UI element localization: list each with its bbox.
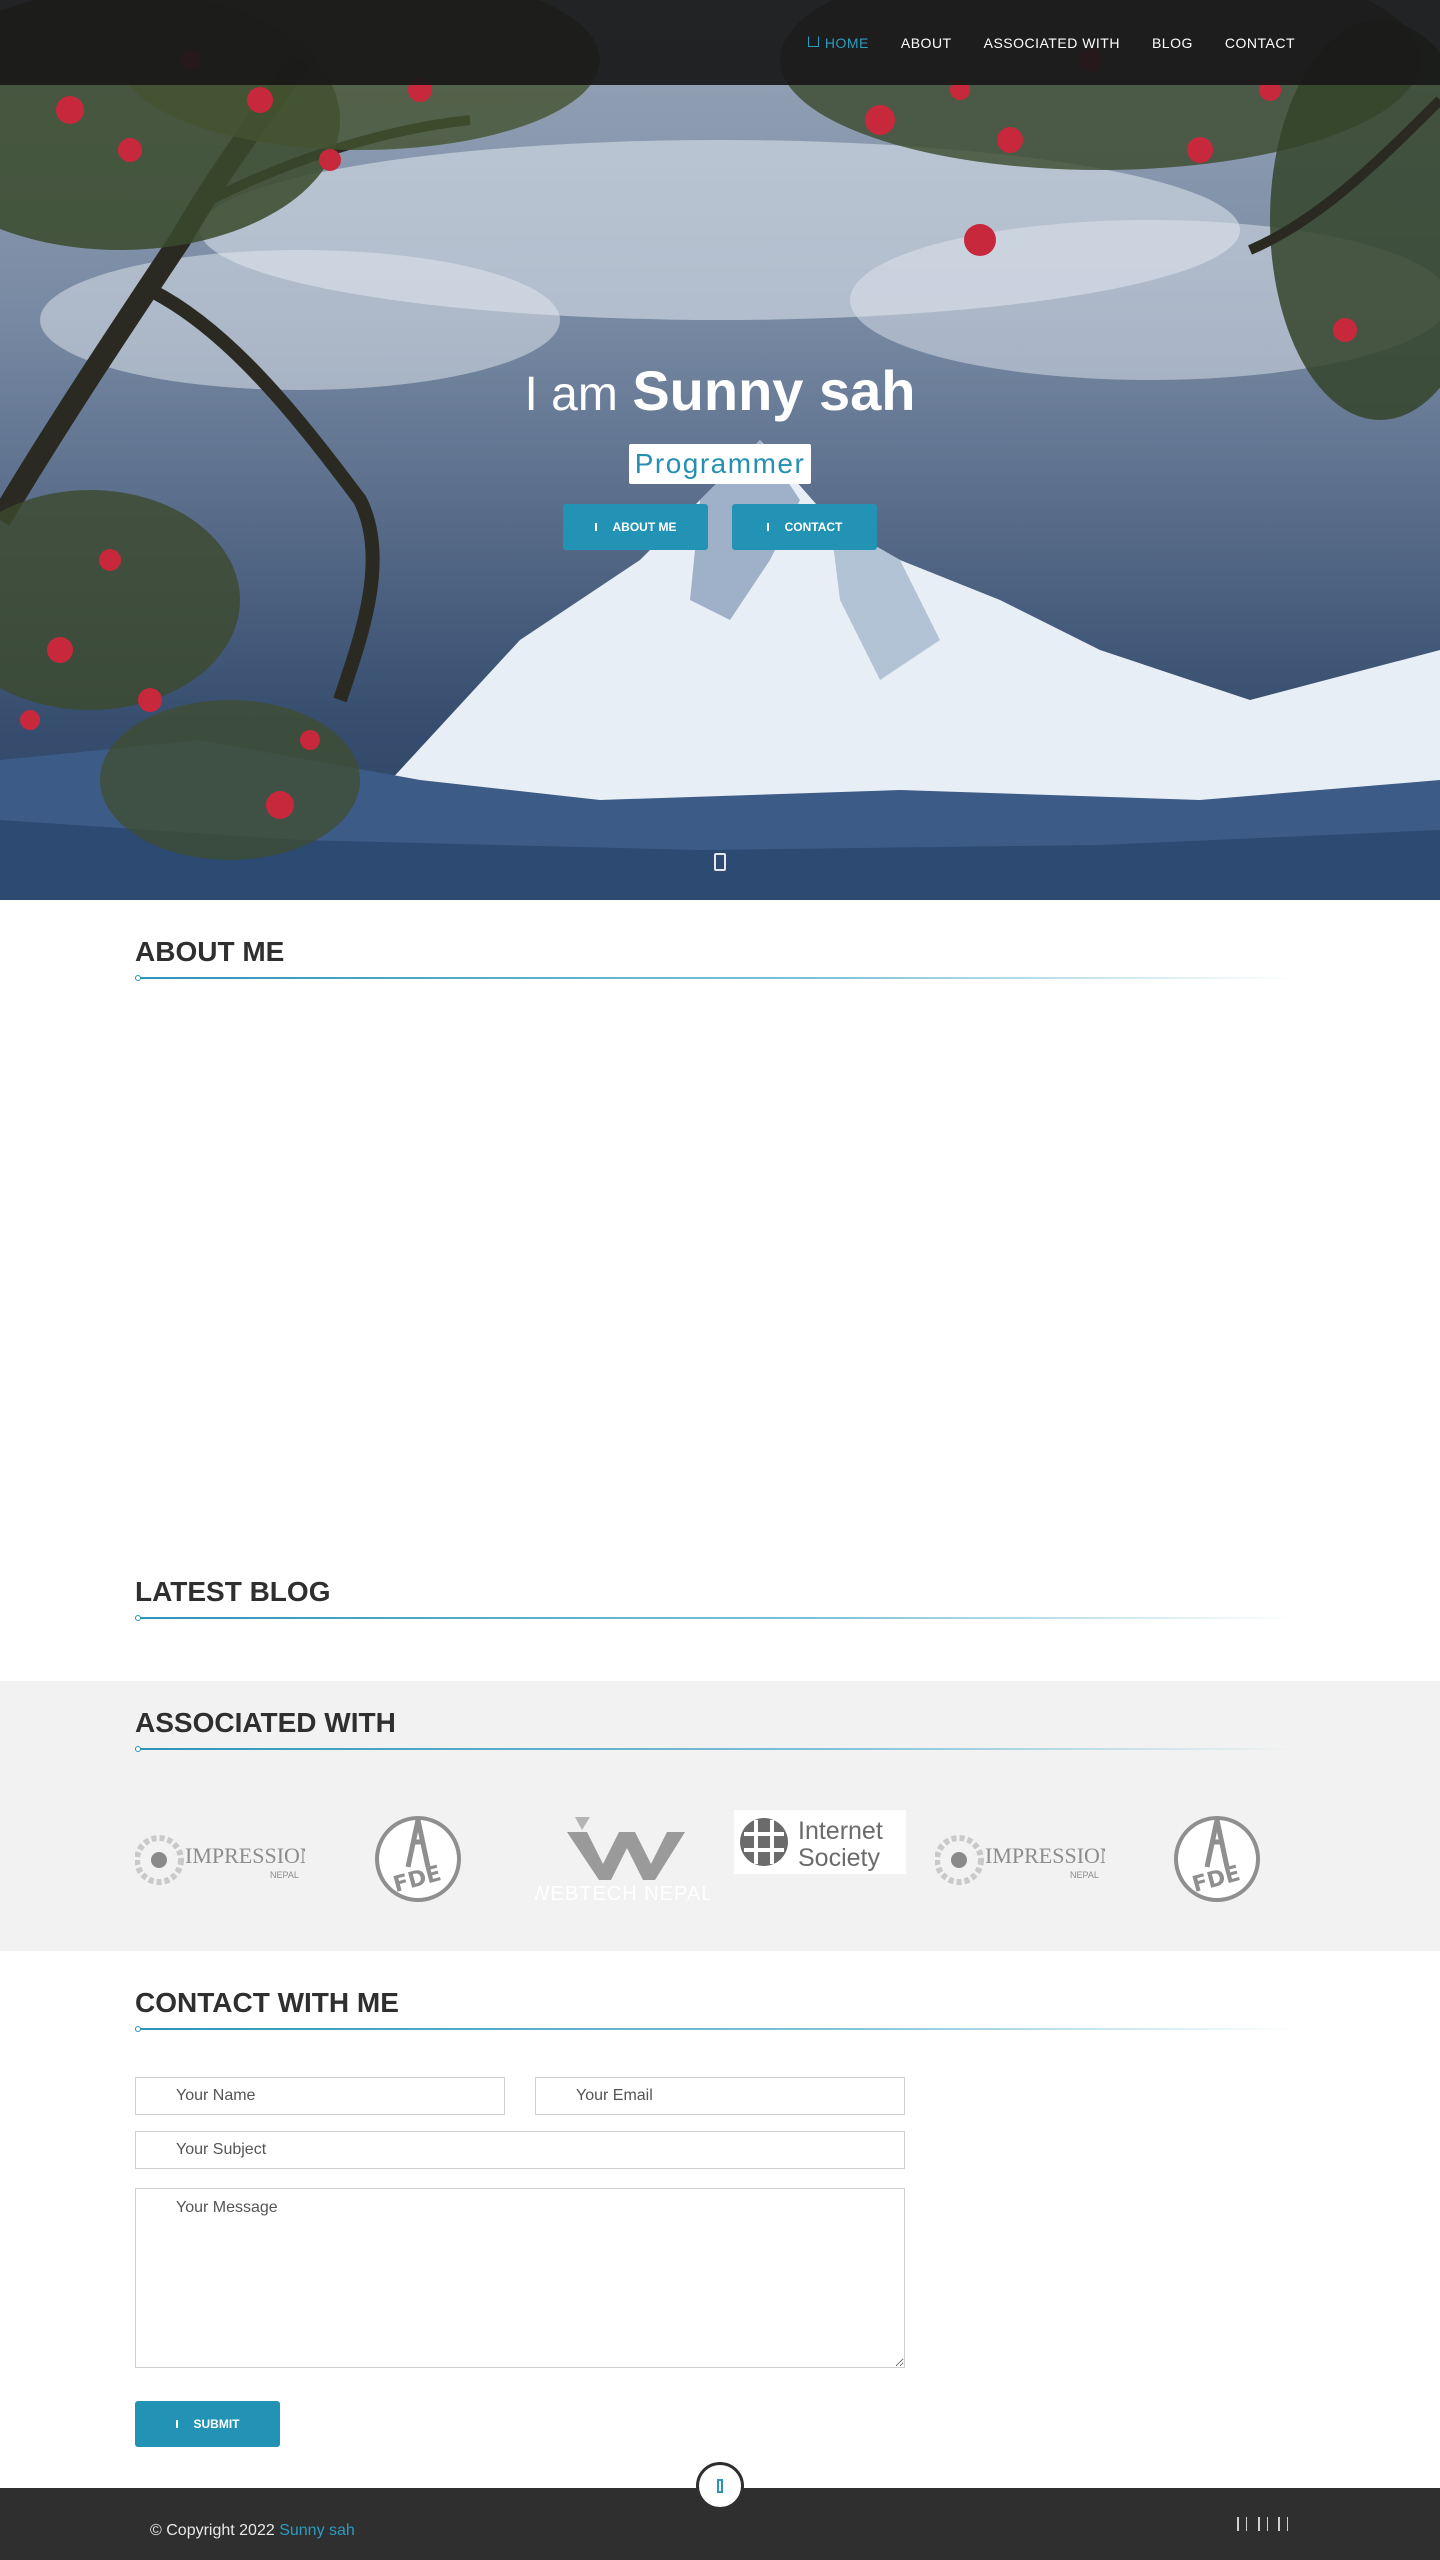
nav-item-label: ABOUT: [900, 34, 952, 51]
hero-name: Sunny sah: [632, 359, 916, 422]
twitter-icon[interactable]: [1258, 2517, 1268, 2531]
associated-section-title: ASSOCIATED WITH: [135, 1707, 396, 1738]
nav-item-label: BLOG: [1151, 34, 1193, 51]
about-me-button[interactable]: ABOUT ME: [563, 504, 708, 550]
fde-logo[interactable]: FDE: [1172, 1812, 1262, 1906]
home-icon: [807, 36, 819, 47]
copyright-owner-link[interactable]: Sunny sah: [279, 2522, 355, 2539]
envelope-icon: [766, 523, 775, 531]
contact-button-label: CONTACT: [784, 520, 843, 534]
nav-item-label: CONTACT: [1224, 34, 1295, 51]
submit-button[interactable]: SUBMIT: [135, 2401, 280, 2447]
associated-section-divider: [135, 1746, 1295, 1752]
name-input[interactable]: [135, 2077, 505, 2115]
blog-section-title: LATEST BLOG: [135, 1576, 331, 1607]
nav-item-associated-with[interactable]: ASSOCIATED WITH: [984, 35, 1120, 51]
about-section-title: ABOUT ME: [135, 936, 285, 967]
navbar: HOME ABOUT ASSOCIATED WITH BLOG CONTACT: [0, 0, 1440, 85]
impression-nepal-logo[interactable]: IMPRESSION NEPAL: [134, 1830, 316, 1890]
back-to-top-button[interactable]: [696, 2462, 744, 2510]
contact-section-divider: [135, 2026, 1295, 2032]
impression-logo-subtext: NEPAL: [1070, 1870, 1099, 1880]
impression-logo-text: IMPRESSION: [185, 1843, 305, 1868]
hero-intro: I am: [524, 368, 618, 421]
blog-section-divider: [135, 1615, 1295, 1621]
impression-logo-text: IMPRESSION: [985, 1843, 1105, 1868]
hero-role-badge: Programmer: [629, 444, 811, 484]
hero-section: I am Sunny sah Programmer ABOUT ME CONTA…: [0, 0, 1440, 900]
submit-button-label: SUBMIT: [193, 2417, 240, 2431]
nav-item-blog[interactable]: BLOG: [1152, 35, 1193, 51]
contact-button[interactable]: CONTACT: [732, 504, 877, 550]
isoc-logo-text-line2: Society: [798, 1844, 880, 1872]
copyright-text: © Copyright 2022 Sunny sah: [150, 2522, 355, 2540]
scroll-down-icon[interactable]: [714, 853, 726, 871]
message-textarea[interactable]: [135, 2188, 905, 2368]
paper-plane-icon: [175, 2420, 184, 2428]
facebook-icon[interactable]: [1237, 2517, 1247, 2531]
nav-item-about[interactable]: ABOUT: [901, 35, 952, 51]
user-icon: [594, 523, 603, 531]
nav-item-label: HOME: [824, 34, 869, 51]
subject-input[interactable]: [135, 2131, 905, 2169]
impression-nepal-logo[interactable]: IMPRESSION NEPAL: [934, 1830, 1116, 1890]
webtech-nepal-logo[interactable]: WEBTECH NEPAL: [531, 1812, 712, 1905]
copyright-label: © Copyright 2022: [150, 2522, 275, 2539]
webtech-logo-text: WEBTECH NEPAL: [535, 1883, 710, 1902]
nav-item-home[interactable]: HOME: [807, 34, 869, 51]
nav-item-contact[interactable]: CONTACT: [1225, 35, 1295, 51]
fde-logo[interactable]: FDE: [373, 1812, 463, 1906]
internet-society-logo[interactable]: Internet Society: [734, 1810, 906, 1874]
email-input[interactable]: [535, 2077, 905, 2115]
contact-section-title: CONTACT WITH ME: [135, 1987, 399, 2018]
linkedin-icon[interactable]: [1278, 2517, 1288, 2531]
hero-title: I am Sunny sah: [0, 358, 1440, 423]
impression-logo-subtext: NEPAL: [270, 1870, 299, 1880]
isoc-logo-text-line1: Internet: [798, 1817, 883, 1845]
nav-menu: HOME ABOUT ASSOCIATED WITH BLOG CONTACT: [807, 0, 1295, 85]
nav-item-label: ASSOCIATED WITH: [983, 34, 1120, 51]
about-me-button-label: ABOUT ME: [612, 520, 677, 534]
about-section-divider: [135, 975, 1295, 981]
arrow-up-icon: [717, 2479, 723, 2493]
